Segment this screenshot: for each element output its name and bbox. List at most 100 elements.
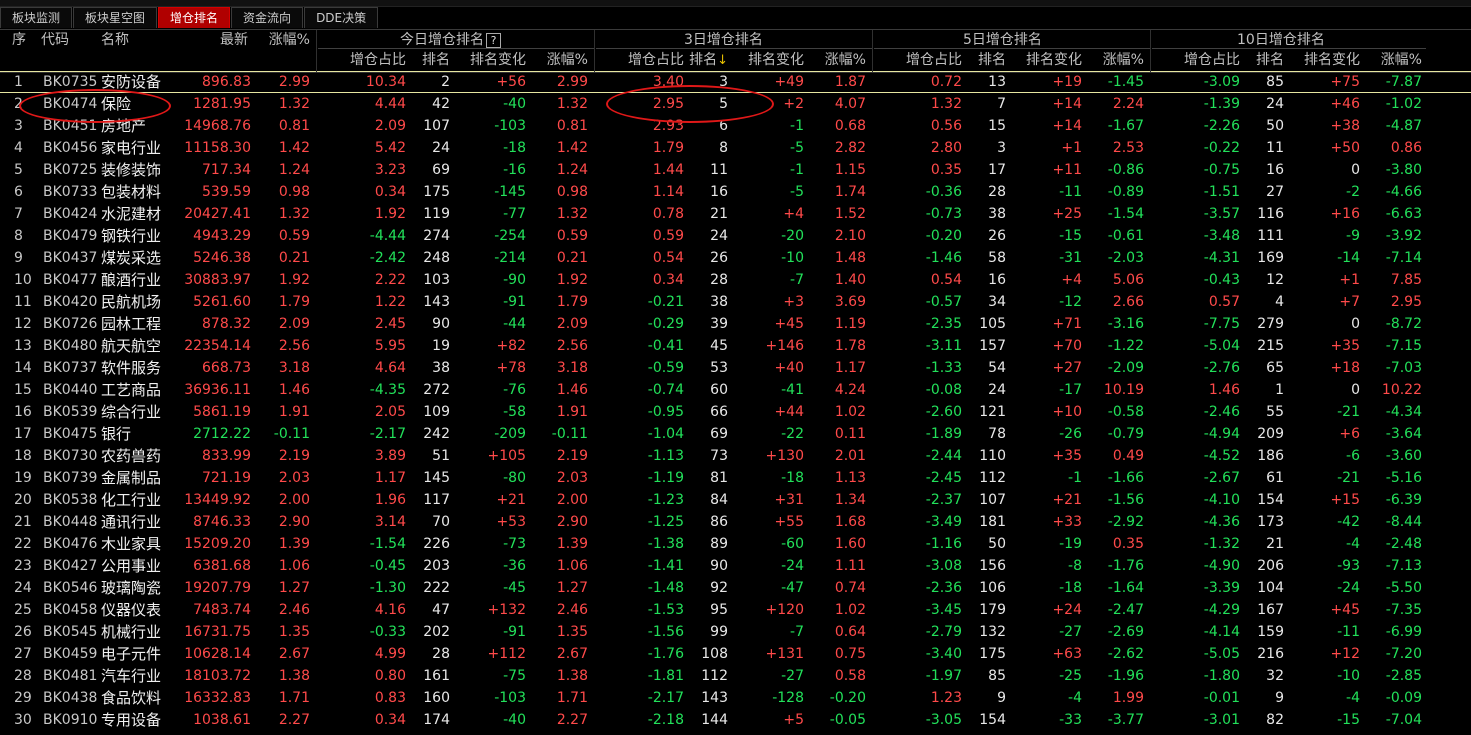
header-change[interactable]: 涨幅%: [250, 30, 310, 50]
table-row[interactable]: 1 BK0735 安防设备 896.83 2.99 10.34 2 +56 2.99 3.40 3 +…: [0, 71, 1471, 93]
table-row[interactable]: 15 BK0440 工艺商品 36936.11 1.46 -4.35 272 -76 1.46 -…: [0, 379, 1471, 401]
cell-10day-pct: -7.20: [1385, 646, 1422, 662]
cell-3day-ratio: -1.41: [647, 558, 684, 574]
cell-seq: 28: [14, 668, 32, 684]
header-today-ratio[interactable]: 增仓占比: [318, 50, 406, 70]
cell-today-pct: 1.42: [556, 140, 588, 156]
header-3day-pct[interactable]: 涨幅%: [808, 50, 866, 70]
cell-10day-pct: 2.95: [1390, 294, 1422, 310]
cell-10day-ratio: -4.52: [1203, 448, 1240, 464]
group-separator: [872, 30, 873, 72]
table-row[interactable]: 16 BK0539 综合行业 5861.19 1.91 2.05 109 -58 1.91 -0.…: [0, 401, 1471, 423]
table-row[interactable]: 21 BK0448 通讯行业 8746.33 2.90 3.14 70 +53 2.90 -1.2…: [0, 511, 1471, 533]
cell-seq: 17: [14, 426, 32, 442]
table-row[interactable]: 23 BK0427 公用事业 6381.68 1.06 -0.45 203 -36 1.06 -1…: [0, 555, 1471, 577]
cell-latest: 896.83: [202, 74, 251, 90]
cell-seq: 20: [14, 492, 32, 508]
header-today-pct[interactable]: 涨幅%: [530, 50, 588, 70]
table-row[interactable]: 10 BK0477 酿酒行业 30883.97 1.92 2.22 103 -90 1.92 0.…: [0, 269, 1471, 291]
table-row[interactable]: 24 BK0546 玻璃陶瓷 19207.79 1.27 -1.30 222 -45 1.27 -…: [0, 577, 1471, 599]
cell-today-rank: 203: [423, 558, 450, 574]
cell-name: 航天航空: [101, 337, 162, 355]
table-row[interactable]: 19 BK0739 金属制品 721.19 2.03 1.17 145 -80 2.03 -1.1…: [0, 467, 1471, 489]
cell-change: 1.27: [278, 580, 310, 596]
cell-latest: 8746.33: [193, 514, 251, 530]
header-today-rank[interactable]: 排名: [410, 50, 450, 70]
header-label: 增仓占比: [350, 52, 406, 68]
cell-3day-ratio: 3.40: [652, 74, 684, 90]
cell-today-ratio: 3.23: [374, 162, 406, 178]
table-row[interactable]: 6 BK0733 包装材料 539.59 0.98 0.34 175 -145 0.98 1.14…: [0, 181, 1471, 203]
tab-4[interactable]: DDE决策: [304, 7, 379, 28]
header-3day-rank-change[interactable]: 排名变化: [732, 50, 804, 70]
cell-5day-rank-change: -17: [1059, 382, 1082, 398]
cell-5day-rank-change: +25: [1052, 206, 1082, 222]
cell-10day-rank-change: -21: [1337, 404, 1360, 420]
table-row[interactable]: 2 BK0474 保险 1281.95 1.32 4.44 42 -40 1.32 2.95 5 +2…: [0, 93, 1471, 115]
cell-10day-ratio: -1.80: [1203, 668, 1240, 684]
cell-seq: 22: [14, 536, 32, 552]
cell-3day-pct: 1.13: [834, 470, 866, 486]
table-row[interactable]: 29 BK0438 食品饮料 16332.83 1.71 0.83 160 -103 1.71 -…: [0, 687, 1471, 709]
tab-0[interactable]: 板块监测: [0, 7, 73, 28]
cell-3day-rank-change: -41: [781, 382, 804, 398]
header-3day-rank[interactable]: 排名↓: [688, 50, 728, 70]
table-row[interactable]: 28 BK0481 汽车行业 18103.72 1.38 0.80 161 -75 1.38 -1…: [0, 665, 1471, 687]
table-row[interactable]: 5 BK0725 装修装饰 717.34 1.24 3.23 69 -16 1.24 1.44 11…: [0, 159, 1471, 181]
table-row[interactable]: 25 BK0458 仪器仪表 7483.74 2.46 4.16 47 +132 2.46 -1.…: [0, 599, 1471, 621]
cell-seq: 5: [14, 162, 23, 178]
table-row[interactable]: 18 BK0730 农药兽药 833.99 2.19 3.89 51 +105 2.19 -1.1…: [0, 445, 1471, 467]
cell-5day-pct: -0.79: [1107, 426, 1144, 442]
header-today-rank-change[interactable]: 排名变化: [454, 50, 526, 70]
cell-today-rank-change: +53: [496, 514, 526, 530]
header-10day-rank[interactable]: 排名: [1244, 50, 1284, 70]
header-code[interactable]: 代码: [41, 30, 69, 50]
tab-2[interactable]: 增仓排名: [158, 7, 231, 28]
header-10day-rank-change[interactable]: 排名变化: [1288, 50, 1360, 70]
cell-latest: 16731.75: [184, 624, 251, 640]
cell-3day-pct: 2.10: [834, 228, 866, 244]
cell-3day-ratio: -1.76: [647, 646, 684, 662]
help-icon[interactable]: ?: [486, 32, 501, 48]
table-row[interactable]: 11 BK0420 民航机场 5261.60 1.79 1.22 143 -91 1.79 -0.…: [0, 291, 1471, 313]
header-5day-rank[interactable]: 排名: [966, 50, 1006, 70]
header-latest[interactable]: 最新: [188, 30, 248, 50]
tab-3[interactable]: 资金流向: [231, 7, 304, 28]
table-row[interactable]: 7 BK0424 水泥建材 20427.41 1.32 1.92 119 -77 1.32 0.7…: [0, 203, 1471, 225]
cell-3day-ratio: 1.44: [652, 162, 684, 178]
table-row[interactable]: 8 BK0479 钢铁行业 4943.29 0.59 -4.44 274 -254 0.59 0.…: [0, 225, 1471, 247]
cell-today-rank-change: -58: [503, 404, 526, 420]
table-row[interactable]: 4 BK0456 家电行业 11158.30 1.42 5.42 24 -18 1.42 1.79…: [0, 137, 1471, 159]
header-3day-ratio[interactable]: 增仓占比: [596, 50, 684, 70]
cell-change: 0.81: [278, 118, 310, 134]
table-row[interactable]: 3 BK0451 房地产 14968.76 0.81 2.09 107 -103 0.81 2.9…: [0, 115, 1471, 137]
header-seq[interactable]: 序: [12, 30, 26, 50]
cell-name: 电子元件: [101, 645, 162, 663]
cell-code: BK0456: [43, 140, 98, 156]
cell-code: BK0475: [43, 426, 98, 442]
header-5day-rank-change[interactable]: 排名变化: [1010, 50, 1082, 70]
table-row[interactable]: 27 BK0459 电子元件 10628.14 2.67 4.99 28 +112 2.67 -1…: [0, 643, 1471, 665]
tab-1[interactable]: 板块星空图: [73, 7, 158, 28]
table-row[interactable]: 22 BK0476 木业家具 15209.20 1.39 -1.54 226 -73 1.39 -…: [0, 533, 1471, 555]
cell-seq: 11: [14, 294, 32, 310]
cell-10day-pct: -7.35: [1385, 602, 1422, 618]
cell-10day-rank-change: +35: [1330, 338, 1360, 354]
cell-today-pct: 2.09: [556, 316, 588, 332]
header-5day-ratio[interactable]: 增仓占比: [874, 50, 962, 70]
table-row[interactable]: 14 BK0737 软件服务 668.73 3.18 4.64 38 +78 3.18 -0.59…: [0, 357, 1471, 379]
header-5day-pct[interactable]: 涨幅%: [1086, 50, 1144, 70]
header-name[interactable]: 名称: [101, 30, 129, 50]
table-row[interactable]: 17 BK0475 银行 2712.22 -0.11 -2.17 242 -209 -0.11 -…: [0, 423, 1471, 445]
table-row[interactable]: 13 BK0480 航天航空 22354.14 2.56 5.95 19 +82 2.56 -0.…: [0, 335, 1471, 357]
cell-5day-rank-change: +19: [1052, 74, 1082, 90]
table-row[interactable]: 20 BK0538 化工行业 13449.92 2.00 1.96 117 +21 2.00 -1…: [0, 489, 1471, 511]
top-menu-strip: [0, 0, 1471, 7]
table-row[interactable]: 12 BK0726 园林工程 878.32 2.09 2.45 90 -44 2.09 -0.29…: [0, 313, 1471, 335]
cell-3day-rank: 95: [710, 602, 728, 618]
table-row[interactable]: 26 BK0545 机械行业 16731.75 1.35 -0.33 202 -91 1.35 -…: [0, 621, 1471, 643]
header-10day-pct[interactable]: 涨幅%: [1364, 50, 1422, 70]
table-row[interactable]: 9 BK0437 煤炭采选 5246.38 0.21 -2.42 248 -214 0.21 0.…: [0, 247, 1471, 269]
header-10day-ratio[interactable]: 增仓占比: [1152, 50, 1240, 70]
table-row[interactable]: 30 BK0910 专用设备 1038.61 2.27 0.34 174 -40 2.27 -2.…: [0, 709, 1471, 731]
